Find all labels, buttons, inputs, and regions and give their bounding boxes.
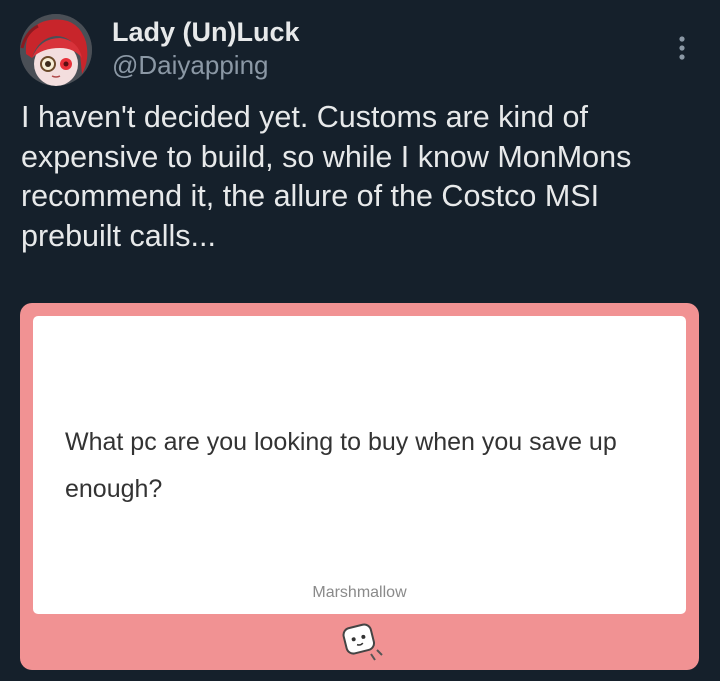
author-names: Lady (Un)Luck @Daiyapping — [112, 16, 300, 82]
tweet-header: Lady (Un)Luck @Daiyapping — [20, 14, 700, 86]
card-question-panel: What pc are you looking to buy when you … — [33, 316, 686, 614]
more-vertical-icon[interactable] — [666, 32, 698, 64]
display-name[interactable]: Lady (Un)Luck — [112, 16, 300, 48]
marshmallow-mascot-icon — [335, 616, 387, 666]
card-question: What pc are you looking to buy when you … — [65, 428, 617, 503]
avatar[interactable] — [20, 14, 92, 86]
user-handle[interactable]: @Daiyapping — [112, 48, 300, 82]
marshmallow-card-image[interactable]: What pc are you looking to buy when you … — [20, 303, 699, 670]
card-brand-label: Marshmallow — [312, 584, 407, 601]
tweet-text: I haven't decided yet. Customs are kind … — [21, 100, 632, 253]
